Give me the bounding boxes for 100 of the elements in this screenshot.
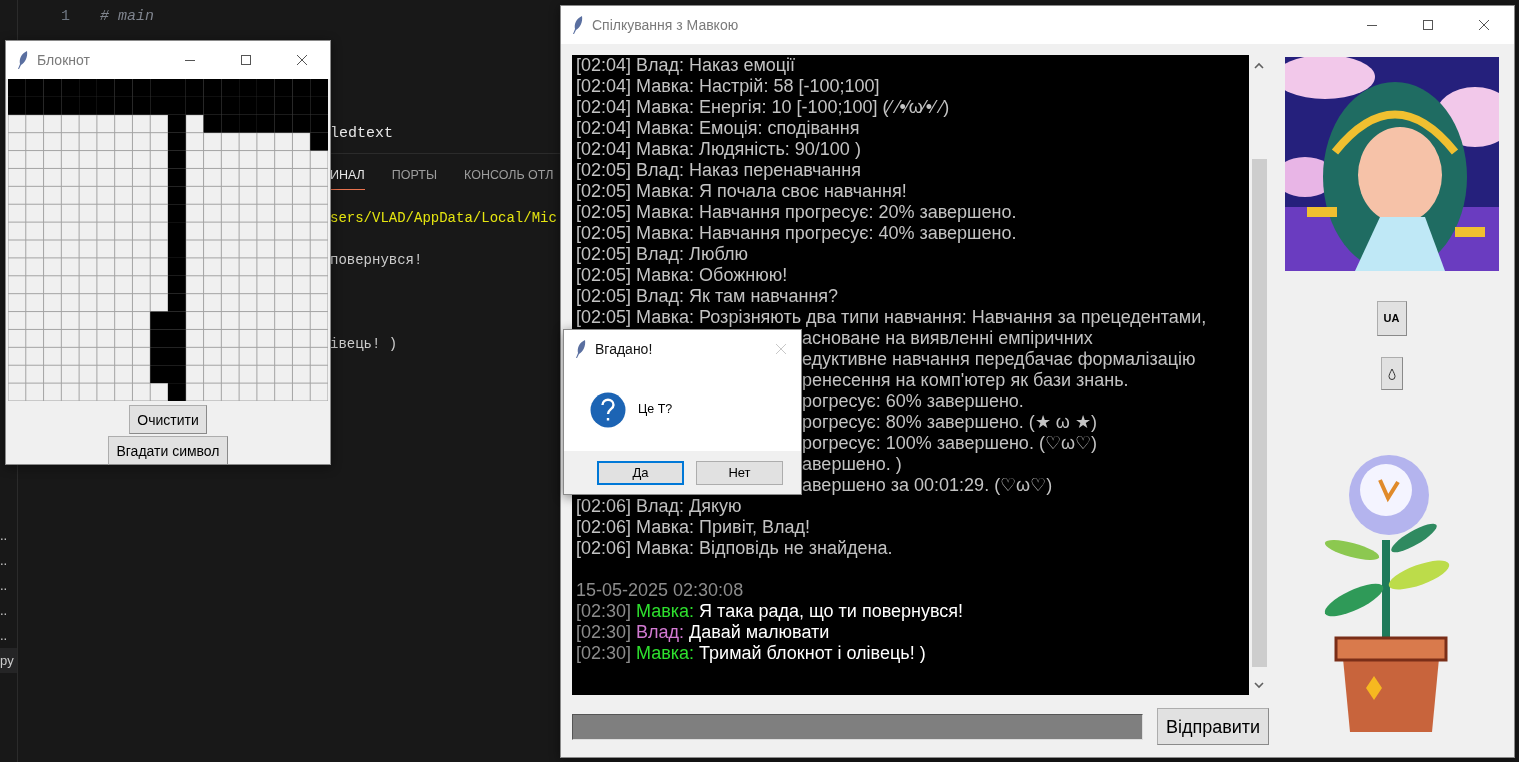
maximize-icon — [240, 54, 252, 66]
file-item[interactable]: .. — [0, 573, 8, 598]
grid-cell[interactable] — [257, 258, 275, 276]
grid-cell[interactable] — [150, 365, 168, 384]
grid-cell[interactable] — [168, 79, 186, 97]
grid-cell[interactable] — [26, 276, 44, 294]
file-item[interactable]: .. — [0, 523, 8, 548]
grid-cell[interactable] — [257, 312, 275, 329]
grid-cell[interactable] — [115, 133, 132, 151]
file-item[interactable]: .. — [0, 598, 8, 623]
grid-cell[interactable] — [150, 329, 168, 348]
yes-button[interactable]: Да — [597, 461, 684, 485]
grid-cell[interactable] — [204, 133, 221, 151]
grid-cell[interactable] — [168, 347, 186, 366]
grid-cell[interactable] — [115, 151, 132, 168]
chat-message: [02:05] Мавка: Я почала своє навчання! — [576, 181, 907, 202]
scroll-down-icon[interactable] — [1254, 682, 1264, 689]
send-button[interactable]: Відправити — [1157, 708, 1269, 745]
grid-cell[interactable] — [150, 347, 168, 366]
grid-cell[interactable] — [168, 329, 186, 348]
grid-cell[interactable] — [275, 133, 292, 151]
grid-cell[interactable] — [26, 133, 44, 151]
grid-cell[interactable] — [168, 240, 186, 258]
grid-cell[interactable] — [44, 312, 61, 329]
grid-cell[interactable] — [115, 276, 132, 294]
grid-cell[interactable] — [275, 258, 292, 276]
grid-cell[interactable] — [115, 115, 132, 133]
grid-cell[interactable] — [44, 115, 61, 133]
grid-cell[interactable] — [115, 294, 132, 312]
grid-cell[interactable] — [239, 79, 257, 97]
grid-cell[interactable] — [97, 276, 115, 294]
grid-cell[interactable] — [115, 312, 132, 329]
grid-cell[interactable] — [310, 79, 328, 97]
grid-cell[interactable] — [168, 383, 186, 401]
chat-message: [02:05] Мавка: Обожнюю! — [576, 265, 788, 286]
grid-cell[interactable] — [186, 312, 204, 329]
grid-cell[interactable] — [186, 276, 204, 294]
grid-cell[interactable] — [44, 258, 61, 276]
grid-cell[interactable] — [97, 151, 115, 168]
panel-tab[interactable]: КОНСОЛЬ ОТЛ — [464, 164, 554, 190]
chat-message: авершено за 00:01:29. (♡ω♡) — [802, 475, 1053, 496]
guess-button[interactable]: Вгадати символ — [108, 436, 228, 465]
grid-cell[interactable] — [168, 365, 186, 384]
grid-cell[interactable] — [257, 133, 275, 151]
no-button[interactable]: Нет — [696, 461, 783, 485]
grid-cell[interactable] — [44, 151, 61, 168]
message-field[interactable] — [572, 713, 1143, 740]
grid-cell[interactable] — [44, 294, 61, 312]
grid-cell[interactable] — [115, 258, 132, 276]
grid-cell[interactable] — [168, 168, 186, 187]
grid-cell[interactable] — [204, 151, 221, 168]
grid-cell[interactable] — [150, 79, 168, 97]
drop-button[interactable] — [1380, 357, 1403, 390]
file-item[interactable]: .. — [0, 623, 8, 648]
grid-cell[interactable] — [44, 133, 61, 151]
grid-cell[interactable] — [257, 276, 275, 294]
scrollbar-thumb[interactable] — [1251, 159, 1267, 667]
grid-cell[interactable] — [26, 258, 44, 276]
chat-message: ренесення на комп'ютер як бази знань. — [802, 370, 1129, 391]
grid-cell[interactable] — [97, 133, 115, 151]
grid-cell[interactable] — [275, 294, 292, 312]
grid-cell[interactable] — [204, 294, 221, 312]
grid-cell[interactable] — [204, 312, 221, 329]
grid-cell[interactable] — [186, 294, 204, 312]
grid-cell[interactable] — [44, 276, 61, 294]
grid-cell[interactable] — [168, 186, 186, 205]
grid-cell[interactable] — [275, 276, 292, 294]
grid-cell[interactable] — [79, 79, 97, 97]
panel-tab[interactable]: ПОРТЫ — [391, 164, 437, 190]
chat-message: [02:04] Мавка: Енергія: 10 [-100;100] (⁄ ⁄•⁄ω⁄•⁄ ⁄) — [576, 97, 950, 118]
grid-cell[interactable] — [257, 151, 275, 168]
grid-cell[interactable] — [186, 151, 204, 168]
clear-button[interactable]: Очистити — [129, 405, 207, 434]
grid-cell[interactable] — [257, 294, 275, 312]
grid-cell[interactable] — [292, 79, 311, 97]
chat-message: [02:30] Влад: Давай малювати — [576, 622, 830, 643]
grid-cell[interactable] — [97, 258, 115, 276]
language-button[interactable]: UA — [1376, 301, 1407, 336]
grid-cell[interactable] — [168, 204, 186, 223]
grid-cell[interactable] — [204, 258, 221, 276]
grid-cell[interactable] — [186, 258, 204, 276]
grid-cell[interactable] — [132, 79, 151, 97]
grid-cell[interactable] — [8, 79, 26, 97]
grid-cell[interactable] — [26, 115, 44, 133]
grid-cell[interactable] — [26, 312, 44, 329]
grid-cell[interactable] — [97, 312, 115, 329]
grid-cell[interactable] — [26, 294, 44, 312]
grid-cell[interactable] — [97, 294, 115, 312]
grid-cell[interactable] — [186, 133, 204, 151]
grid-cell[interactable] — [221, 79, 240, 97]
grid-cell[interactable] — [97, 115, 115, 133]
file-item[interactable]: .. — [0, 548, 8, 573]
grid-cell[interactable] — [275, 312, 292, 329]
scroll-up-icon[interactable] — [1254, 62, 1264, 69]
grid-cell[interactable] — [168, 222, 186, 240]
grid-cell[interactable] — [275, 151, 292, 168]
grid-cell[interactable] — [26, 151, 44, 168]
grid-cell[interactable] — [186, 115, 204, 133]
grid-cell[interactable] — [61, 79, 80, 97]
grid-cell[interactable] — [204, 276, 221, 294]
